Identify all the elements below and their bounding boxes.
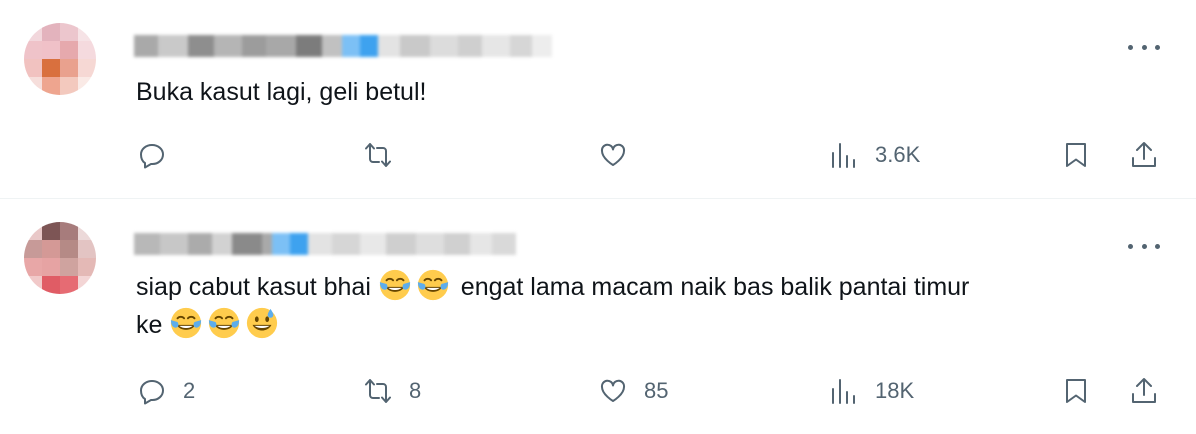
share-icon <box>1132 142 1156 167</box>
face-with-tears-of-joy-icon <box>171 307 202 339</box>
tweet[interactable]: Buka kasut lagi, geli betul! 3.6K <box>0 0 1196 199</box>
share-button[interactable] <box>1129 133 1159 177</box>
face-with-tears-of-joy-icon <box>417 269 448 301</box>
more-options-button[interactable] <box>1128 236 1160 256</box>
dot-icon <box>1128 44 1133 50</box>
views-icon <box>832 379 855 404</box>
bookmark-button[interactable] <box>1061 369 1091 413</box>
reply-button[interactable] <box>137 133 183 177</box>
bookmark-button[interactable] <box>1061 133 1091 177</box>
retweet-count: 8 <box>409 378 422 403</box>
share-icon <box>1132 378 1156 403</box>
bookmark-icon <box>1066 379 1086 403</box>
share-button[interactable] <box>1129 369 1159 413</box>
bookmark-icon <box>1066 143 1086 167</box>
dot-icon <box>1155 44 1160 50</box>
views-icon <box>832 143 855 168</box>
tweet[interactable]: siap cabut kasut bhai engat lama macam n… <box>0 199 1196 434</box>
heart-icon <box>600 143 626 166</box>
retweet-button[interactable]: 8 <box>363 369 421 413</box>
reply-icon <box>140 144 164 169</box>
views-button[interactable]: 3.6K <box>829 133 920 177</box>
tweet-actions: 2 8 85 18K <box>0 369 1196 413</box>
reply-count: 2 <box>183 378 196 403</box>
author-name-blurred[interactable] <box>134 35 552 57</box>
retweet-icon <box>365 379 391 403</box>
author-name-blurred[interactable] <box>134 233 516 255</box>
reply-icon <box>140 380 164 405</box>
like-count: 85 <box>644 378 669 403</box>
dot-icon <box>1141 243 1147 249</box>
reply-button[interactable]: 2 <box>137 369 195 413</box>
tweet-actions: 3.6K <box>0 133 1196 177</box>
more-options-button[interactable] <box>1128 37 1160 57</box>
avatar[interactable] <box>24 222 96 294</box>
like-button[interactable] <box>598 133 644 177</box>
dot-icon <box>1155 243 1160 249</box>
avatar[interactable] <box>24 23 96 95</box>
dot-icon <box>1128 243 1133 249</box>
face-with-tears-of-joy-icon <box>209 307 240 339</box>
heart-icon <box>600 379 626 402</box>
face-with-tears-of-joy-icon <box>379 269 410 301</box>
dot-icon <box>1141 44 1147 50</box>
retweet-button[interactable] <box>363 133 409 177</box>
tweet-text: siap cabut kasut bhai engat lama macam n… <box>136 268 1156 344</box>
tweet-text: Buka kasut lagi, geli betul! <box>136 78 427 106</box>
like-button[interactable]: 85 <box>598 369 668 413</box>
retweet-icon <box>365 143 391 167</box>
views-count: 3.6K <box>875 142 921 167</box>
views-button[interactable]: 18K <box>829 369 914 413</box>
views-count: 18K <box>875 378 915 403</box>
grinning-face-with-sweat-icon <box>247 307 278 339</box>
